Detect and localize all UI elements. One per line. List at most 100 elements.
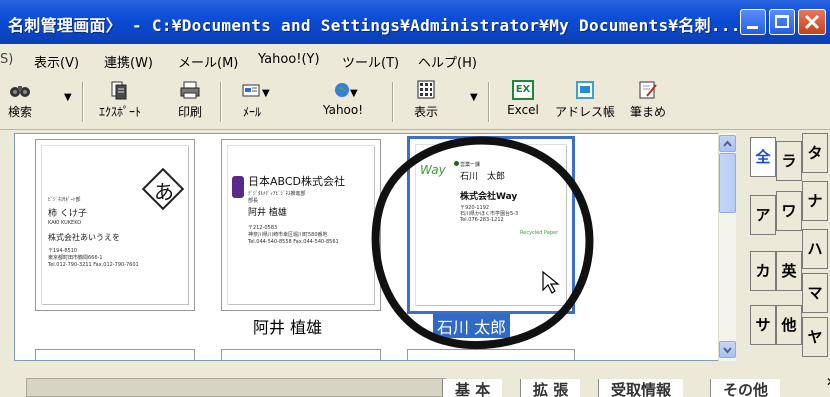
menu-item-mail[interactable]: メール(M) [178, 52, 238, 71]
card-person-roman: KAKI KUKEKO [48, 220, 82, 226]
search-dropdown-arrow[interactable]: ▼ [64, 92, 72, 103]
card-address: 神奈川県川崎市幸区堀川町580番地 [248, 232, 328, 238]
menu-item-tools[interactable]: ツール(T) [342, 52, 399, 71]
index-tab-ra[interactable]: ラ [776, 141, 802, 181]
index-tab-sa[interactable]: サ [750, 305, 776, 345]
mail-dropdown-arrow[interactable]: ▼ [262, 88, 270, 99]
menu-bar: S) 表示(V) 連携(W) メール(M) Yahoo!(Y) ツール(T) ヘ… [0, 44, 830, 76]
address-book-label: アドレス帳 [554, 105, 615, 119]
toolbar-separator [82, 82, 84, 122]
mail-icon [242, 84, 260, 97]
logo-glyph: あ [154, 180, 174, 204]
print-button[interactable]: 印刷 [170, 80, 210, 120]
menu-item-view[interactable]: 表示(V) [34, 52, 79, 71]
card-tel: Tel.044-540-8558 Fax.044-540-8561 [248, 239, 339, 245]
index-tab-a[interactable]: ア [750, 195, 776, 235]
export-button[interactable]: ｴｸｽﾎﾟｰﾄ [88, 80, 152, 120]
yahoo-dropdown-arrow[interactable]: ▼ [350, 88, 358, 99]
scroll-up-button[interactable] [719, 135, 736, 152]
minimize-icon [747, 26, 758, 29]
highlight-circle [371, 136, 594, 350]
toolbar-separator [220, 82, 222, 122]
company-logo [232, 176, 244, 198]
search-label: 検索 [7, 105, 32, 119]
yahoo-label: Yahoo! [322, 103, 364, 117]
tab-basic[interactable]: 基 本 [442, 379, 503, 397]
maximize-button[interactable] [769, 9, 795, 35]
hikkimame-button[interactable]: 筆まめ [620, 80, 676, 120]
export-label: ｴｸｽﾎﾟｰﾄ [98, 105, 141, 119]
vertical-scrollbar[interactable] [718, 133, 736, 361]
export-icon [111, 81, 127, 100]
address-book-icon [576, 81, 594, 99]
card-title: 部長 [248, 198, 259, 204]
printer-icon [180, 81, 200, 99]
close-button[interactable] [798, 9, 826, 35]
card-tel: Tel.012-790-3211 Fax.012-790-7601 [48, 262, 139, 268]
excel-icon: EX [512, 80, 534, 100]
card-company: 株式会社あいうえを [48, 233, 120, 242]
view-label: 表示 [413, 105, 438, 119]
index-tab-all[interactable]: 全 [750, 137, 776, 177]
card-list[interactable]: ﾋﾞｼﾞﾈｽｻﾎﾟｰﾄ部 柿 くけ子 KAKI KUKEKO 株式会社あいうえを… [14, 133, 736, 361]
chevron-down-icon [723, 347, 732, 354]
address-book-button[interactable]: アドレス帳 [552, 80, 618, 120]
card-address-zip: 〒212-0583 [248, 225, 278, 231]
index-tab-ya[interactable]: ヤ [802, 317, 828, 357]
card-company: 日本ABCD株式会社 [248, 175, 346, 188]
business-card[interactable]: ﾋﾞｼﾞﾈｽｻﾎﾟｰﾄ部 柿 くけ子 KAKI KUKEKO 株式会社あいうえを… [35, 139, 195, 311]
window-title: 名刺管理画面〉 - C:¥Documents and Settings¥Admi… [8, 16, 741, 35]
index-tabs: 全 ラ タ ア ワ ナ カ 英 ハ サ 他 マ ヤ [740, 133, 830, 378]
card-dept: ﾋﾞｼﾞﾈｽｻﾎﾟｰﾄ部 [48, 197, 81, 203]
card-person: 柿 くけ子 [48, 209, 87, 219]
view-button[interactable]: 表示 [404, 80, 448, 120]
search-button[interactable]: 検索 [2, 80, 38, 120]
excel-label: Excel [507, 103, 539, 117]
index-tab-wa[interactable]: ワ [776, 191, 802, 231]
business-card[interactable] [35, 349, 195, 360]
hikkimame-label: 筆まめ [629, 105, 666, 119]
close-icon [804, 14, 820, 30]
index-tab-ka[interactable]: カ [750, 251, 776, 291]
tab-extended[interactable]: 拡 張 [520, 379, 581, 397]
index-tab-alphabet[interactable]: 英 [776, 251, 802, 291]
card-address-zip: 〒194-8510 [48, 248, 78, 254]
mail-button[interactable]: ﾒｰﾙ [232, 80, 272, 120]
detail-pane: 基 本 拡 張 受取情報 その他 ✕ [14, 370, 830, 397]
print-label: 印刷 [177, 105, 202, 119]
card-address: 東京都町田市鶴間666-1 [48, 255, 103, 261]
toolbar: 検索 ▼ ｴｸｽﾎﾟｰﾄ 印刷 ﾒｰﾙ ▼ Yahoo! ▼ 表示 ▼ EX E… [0, 76, 830, 130]
card-name-label[interactable]: 阿井 植雄 [253, 314, 322, 338]
index-tab-other[interactable]: 他 [776, 305, 802, 345]
excel-button[interactable]: EX Excel [498, 80, 548, 117]
pen-paper-icon [639, 81, 657, 99]
scroll-thumb[interactable] [719, 153, 736, 213]
grid-view-icon [417, 80, 435, 99]
menu-item-yahoo[interactable]: Yahoo!(Y) [258, 52, 320, 67]
index-tab-na[interactable]: ナ [802, 181, 828, 221]
index-tab-ha[interactable]: ハ [802, 229, 828, 269]
menu-item-help[interactable]: ヘルプ(H) [418, 52, 477, 71]
title-bar[interactable]: 名刺管理画面〉 - C:¥Documents and Settings¥Admi… [0, 0, 830, 44]
minimize-button[interactable] [740, 9, 766, 35]
mail-label: ﾒｰﾙ [242, 105, 261, 119]
yahoo-button[interactable]: Yahoo! [318, 80, 368, 117]
menu-item-partial[interactable]: S) [0, 52, 13, 67]
tab-received-info[interactable]: 受取情報 [598, 379, 684, 397]
binoculars-icon [10, 86, 30, 97]
view-dropdown-arrow[interactable]: ▼ [470, 92, 478, 103]
chevron-up-icon [723, 140, 732, 147]
application-window: 名刺管理画面〉 - C:¥Documents and Settings¥Admi… [0, 0, 830, 397]
index-tab-ma[interactable]: マ [802, 273, 828, 313]
toolbar-separator [488, 82, 490, 122]
maximize-icon [775, 15, 789, 28]
scroll-down-button[interactable] [719, 341, 736, 358]
detail-field[interactable] [26, 378, 446, 397]
toolbar-separator [392, 82, 394, 122]
menu-item-link[interactable]: 連携(W) [104, 52, 153, 71]
close-pane-icon[interactable]: ✕ [822, 374, 830, 392]
tab-other[interactable]: その他 [710, 379, 781, 397]
card-dept: ﾃﾞｼﾞﾀﾙﾒﾃﾞｨｱﾋﾞｼﾞﾈｽ推進部 [248, 191, 306, 197]
card-person: 阿井 植雄 [248, 208, 287, 218]
index-tab-ta[interactable]: タ [802, 133, 828, 173]
